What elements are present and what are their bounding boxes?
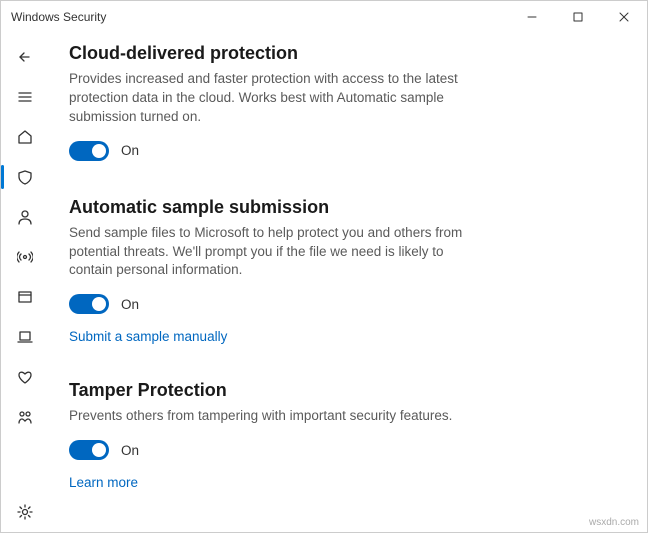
window-title: Windows Security — [11, 10, 106, 24]
sidebar-item-device-security[interactable] — [5, 317, 45, 357]
laptop-icon — [17, 329, 33, 345]
maximize-icon — [573, 12, 583, 22]
sample-submission-toggle[interactable] — [69, 294, 109, 314]
titlebar: Windows Security — [1, 1, 647, 33]
sidebar-item-settings[interactable] — [5, 492, 45, 532]
tamper-protection-toggle[interactable] — [69, 440, 109, 460]
cloud-protection-toggle[interactable] — [69, 141, 109, 161]
sidebar-item-firewall[interactable] — [5, 237, 45, 277]
section-title: Automatic sample submission — [69, 197, 607, 218]
sidebar-item-home[interactable] — [5, 117, 45, 157]
shield-icon — [17, 169, 33, 185]
cloud-delivered-protection-section: Cloud-delivered protection Provides incr… — [69, 43, 607, 161]
toggle-state-label: On — [121, 297, 139, 312]
tamper-protection-section: Tamper Protection Prevents others from t… — [69, 380, 607, 490]
close-icon — [619, 12, 629, 22]
back-arrow-icon — [17, 49, 33, 65]
network-icon — [17, 249, 33, 265]
content-area[interactable]: Cloud-delivered protection Provides incr… — [49, 33, 647, 532]
section-title: Tamper Protection — [69, 380, 607, 401]
sidebar-item-virus-protection[interactable] — [5, 157, 45, 197]
section-title: Cloud-delivered protection — [69, 43, 607, 64]
back-button[interactable] — [5, 37, 45, 77]
sidebar — [1, 33, 49, 532]
toggle-row: On — [69, 294, 607, 314]
submit-sample-link[interactable]: Submit a sample manually — [69, 329, 227, 344]
app-window-icon — [17, 289, 33, 305]
heart-icon — [17, 369, 33, 385]
toggle-state-label: On — [121, 443, 139, 458]
sidebar-item-app-browser[interactable] — [5, 277, 45, 317]
toggle-state-label: On — [121, 143, 139, 158]
learn-more-link[interactable]: Learn more — [69, 475, 138, 490]
gear-icon — [17, 504, 33, 520]
close-button[interactable] — [601, 1, 647, 33]
menu-button[interactable] — [5, 77, 45, 117]
toggle-row: On — [69, 440, 607, 460]
family-icon — [17, 409, 33, 425]
app-body: Cloud-delivered protection Provides incr… — [1, 33, 647, 532]
watermark: wsxdn.com — [589, 517, 639, 528]
section-description: Prevents others from tampering with impo… — [69, 407, 489, 426]
maximize-button[interactable] — [555, 1, 601, 33]
toggle-row: On — [69, 141, 607, 161]
minimize-button[interactable] — [509, 1, 555, 33]
sidebar-item-account-protection[interactable] — [5, 197, 45, 237]
section-description: Send sample files to Microsoft to help p… — [69, 224, 489, 281]
person-icon — [17, 209, 33, 225]
window-controls — [509, 1, 647, 33]
app-window: Windows Security — [0, 0, 648, 533]
home-icon — [17, 129, 33, 145]
sidebar-item-family-options[interactable] — [5, 397, 45, 437]
hamburger-icon — [17, 89, 33, 105]
automatic-sample-submission-section: Automatic sample submission Send sample … — [69, 197, 607, 345]
minimize-icon — [527, 12, 537, 22]
sidebar-item-device-performance[interactable] — [5, 357, 45, 397]
section-description: Provides increased and faster protection… — [69, 70, 489, 127]
